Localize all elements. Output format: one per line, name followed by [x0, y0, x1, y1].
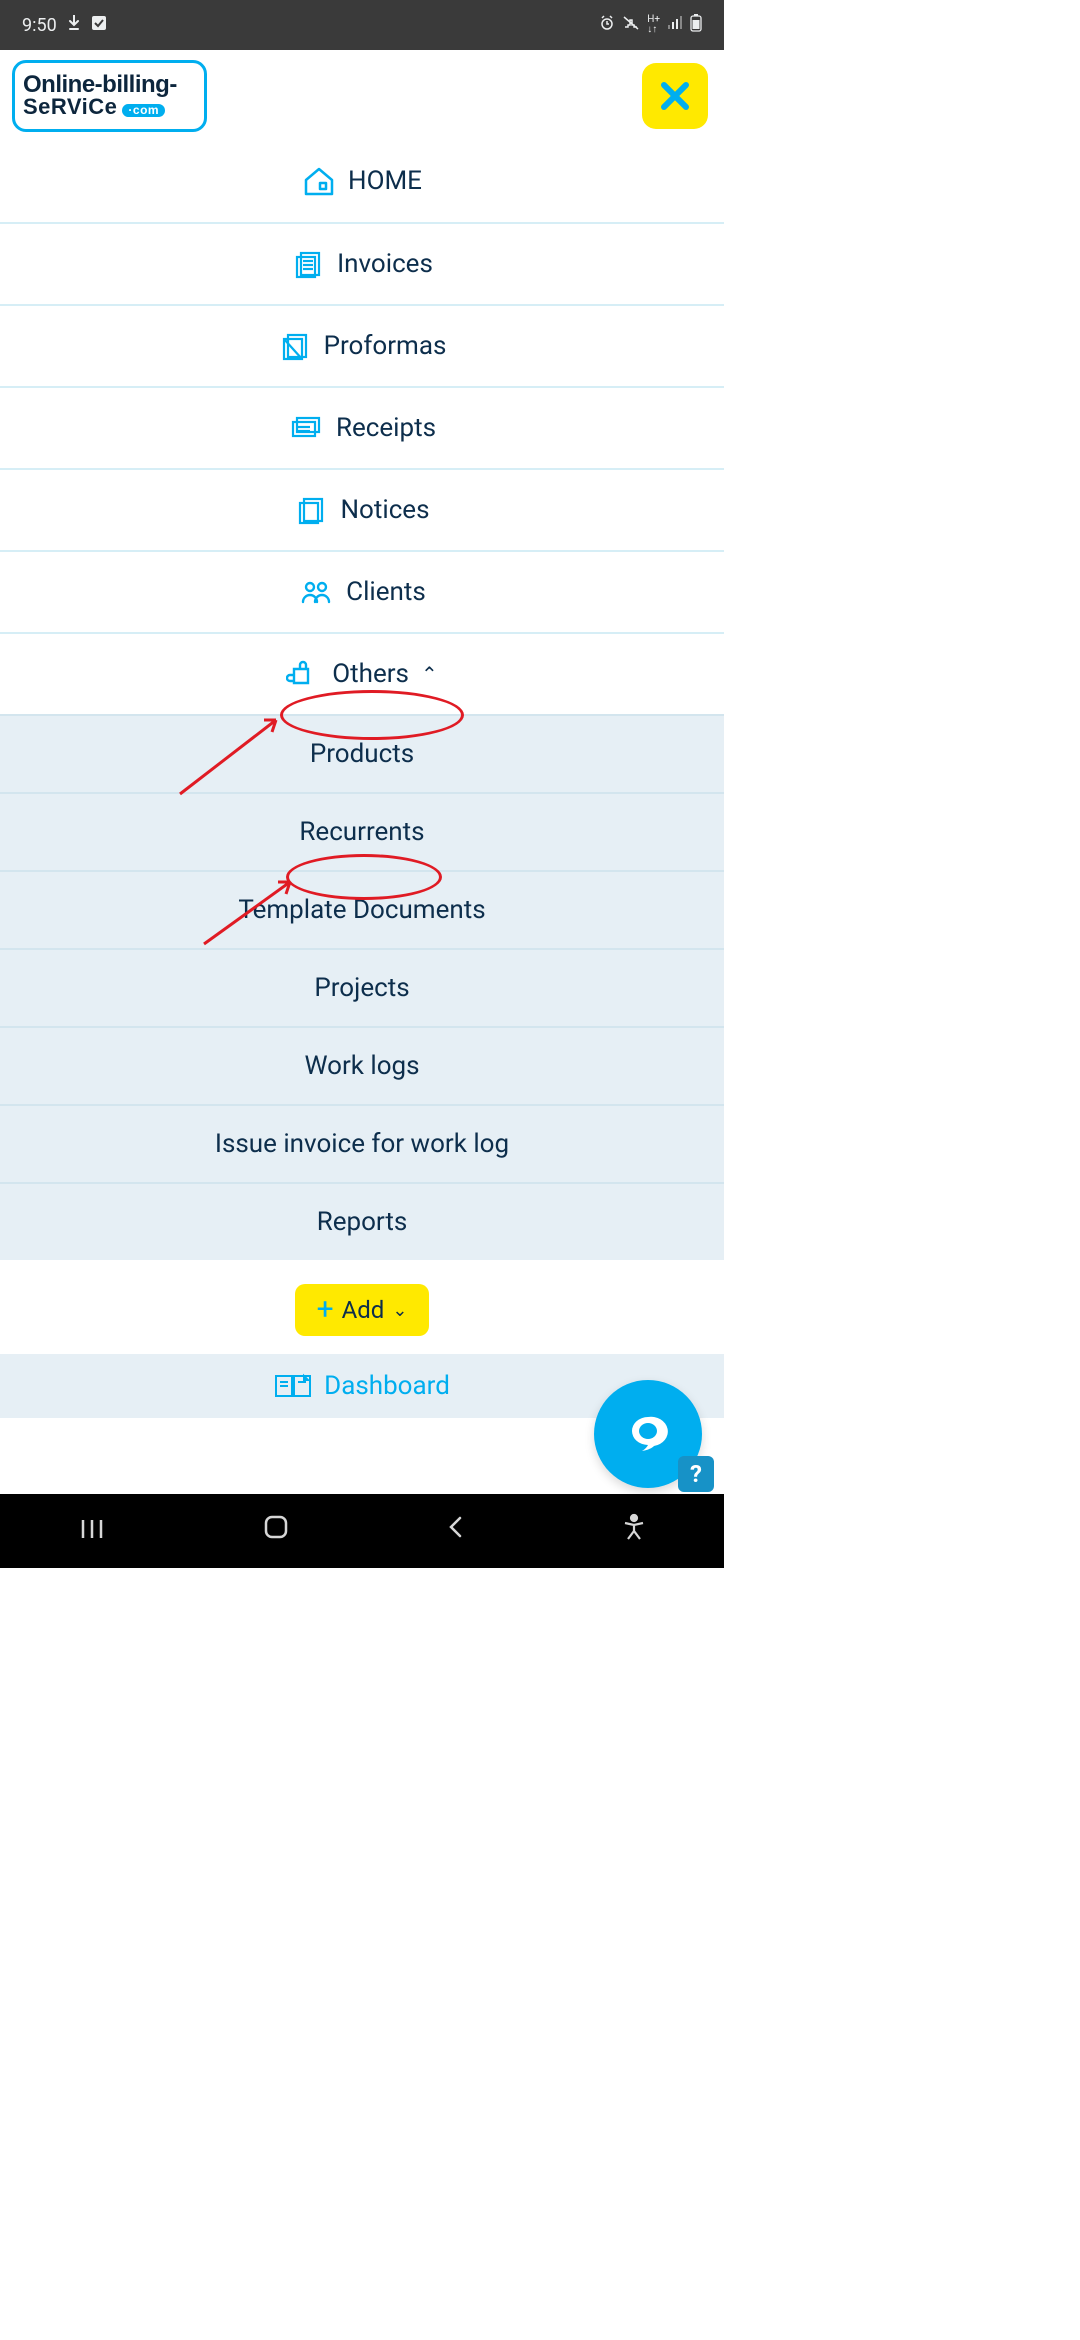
- nav-label: Others: [332, 659, 409, 689]
- add-row: + Add ⌄: [0, 1260, 724, 1354]
- alarm-icon: [599, 15, 615, 36]
- close-icon: [656, 77, 694, 115]
- nav-others[interactable]: Others ⌃: [0, 632, 724, 714]
- clients-icon: [298, 578, 334, 606]
- search-icon[interactable]: [642, 1454, 672, 1492]
- nav-notices[interactable]: Notices: [0, 468, 724, 550]
- proformas-icon: [278, 331, 312, 361]
- sub-label: Template Documents: [238, 895, 485, 925]
- home-button[interactable]: [262, 1513, 290, 1549]
- checkbox-icon: [91, 15, 107, 36]
- bottom-tools: ?: [642, 1454, 714, 1492]
- nav-label: HOME: [348, 166, 422, 196]
- chevron-down-icon: ⌄: [392, 1300, 407, 1321]
- nav-invoices[interactable]: Invoices: [0, 222, 724, 304]
- sub-work-logs[interactable]: Work logs: [0, 1026, 724, 1104]
- help-button[interactable]: ?: [678, 1456, 714, 1492]
- nav-clients[interactable]: Clients: [0, 550, 724, 632]
- sub-recurrents[interactable]: Recurrents: [0, 792, 724, 870]
- status-left: 9:50: [22, 15, 107, 36]
- others-submenu: Products Recurrents Template Documents P…: [0, 714, 724, 1260]
- sub-label: Projects: [314, 973, 409, 1003]
- sub-issue-invoice-work-log[interactable]: Issue invoice for work log: [0, 1104, 724, 1182]
- accessibility-button[interactable]: [622, 1513, 646, 1549]
- help-label: ?: [690, 1460, 702, 1488]
- logo[interactable]: Online-billing- SeRViCe ·com: [12, 60, 207, 132]
- notices-icon: [294, 495, 328, 525]
- sub-label: Reports: [317, 1207, 408, 1237]
- sub-projects[interactable]: Projects: [0, 948, 724, 1026]
- nav-home[interactable]: HOME: [0, 140, 724, 222]
- home-icon: [302, 166, 336, 196]
- sub-template-documents[interactable]: Template Documents: [0, 870, 724, 948]
- nav-receipts[interactable]: Receipts: [0, 386, 724, 468]
- sub-label: Issue invoice for work log: [215, 1129, 509, 1159]
- android-nav-bar: [0, 1494, 724, 1568]
- status-time: 9:50: [22, 15, 57, 36]
- sub-label: Recurrents: [299, 817, 424, 847]
- add-button[interactable]: + Add ⌄: [295, 1284, 430, 1336]
- main-nav: HOME Invoices Proformas Receipts Notices…: [0, 140, 724, 1260]
- add-label: Add: [342, 1296, 385, 1324]
- dashboard-label: Dashboard: [324, 1371, 450, 1401]
- nav-label: Invoices: [337, 249, 433, 279]
- vibrate-icon: [622, 15, 640, 36]
- sub-products[interactable]: Products: [0, 714, 724, 792]
- receipts-icon: [288, 414, 324, 442]
- chat-icon: [623, 1409, 673, 1459]
- sub-reports[interactable]: Reports: [0, 1182, 724, 1260]
- logo-line2: SeRViCe: [23, 97, 117, 118]
- network-type-icon: H+↓↑: [647, 15, 660, 35]
- status-bar: 9:50 H+↓↑: [0, 0, 724, 50]
- nav-label: Notices: [340, 495, 429, 525]
- signal-icon: [667, 15, 683, 36]
- recent-apps-button[interactable]: [78, 1514, 106, 1549]
- sub-label: Work logs: [304, 1051, 419, 1081]
- download-icon: [67, 15, 81, 36]
- sub-label: Products: [310, 739, 414, 769]
- plus-icon: +: [317, 1295, 334, 1325]
- nav-proformas[interactable]: Proformas: [0, 304, 724, 386]
- nav-label: Clients: [346, 577, 426, 607]
- nav-label: Proformas: [324, 331, 447, 361]
- dashboard-icon: [274, 1372, 312, 1400]
- back-button[interactable]: [446, 1513, 466, 1549]
- invoices-icon: [291, 249, 325, 279]
- others-icon: [286, 659, 320, 689]
- logo-suffix: ·com: [122, 104, 165, 117]
- status-right: H+↓↑: [599, 14, 702, 37]
- nav-label: Receipts: [336, 413, 436, 443]
- chevron-up-icon: ⌃: [421, 662, 438, 686]
- battery-icon: [690, 14, 702, 37]
- header: Online-billing- SeRViCe ·com: [0, 50, 724, 140]
- close-button[interactable]: [642, 63, 708, 129]
